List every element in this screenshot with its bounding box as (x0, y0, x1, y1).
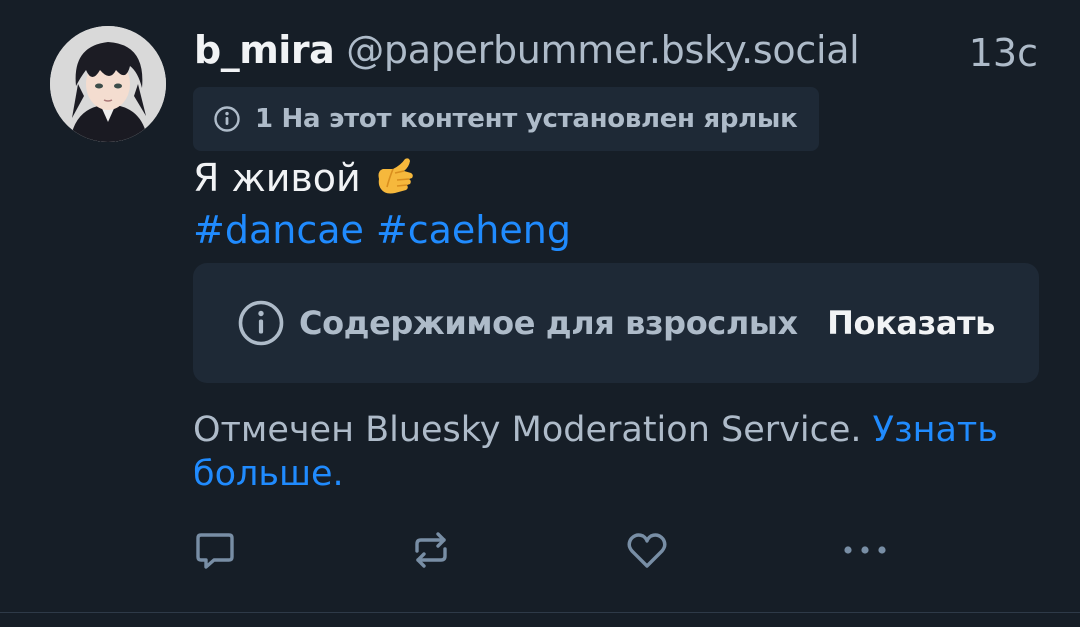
post-body: Я живой #dancae #caeheng (193, 152, 583, 256)
post-text: Я живой (193, 156, 361, 200)
like-icon (627, 533, 667, 568)
moderation-note: Отмечен Bluesky Moderation Service. Узна… (193, 408, 1033, 496)
call-me-hand-emoji-icon (378, 158, 413, 194)
like-button[interactable] (622, 525, 672, 575)
moderation-note-text: Отмечен Bluesky Moderation Service. (193, 410, 862, 450)
post-timestamp[interactable]: 13с (969, 28, 1038, 78)
label-notice-text: 1 На этот контент установлен ярлык (255, 104, 798, 134)
more-options-button[interactable] (840, 525, 890, 575)
info-icon (214, 106, 240, 132)
post-card[interactable]: b_mira @paperbummer.bsky.social 13с 1 На… (0, 0, 1080, 627)
post-actions (0, 525, 1080, 575)
repost-icon (415, 532, 447, 568)
content-warning-box[interactable]: Содержимое для взрослых Показать (193, 263, 1039, 383)
show-content-button[interactable]: Показать (827, 304, 995, 342)
hashtag-link[interactable]: #dancae (193, 204, 364, 256)
post-divider (0, 612, 1080, 613)
post-header: b_mira @paperbummer.bsky.social (194, 28, 860, 78)
reply-button[interactable] (190, 525, 240, 575)
avatar-image (50, 26, 166, 142)
more-icon (844, 546, 886, 554)
hashtag-link[interactable]: #caeheng (376, 204, 571, 256)
info-icon (238, 300, 284, 346)
author-handle[interactable]: @paperbummer.bsky.social (346, 28, 860, 72)
author-display-name[interactable]: b_mira (194, 28, 335, 72)
repost-button[interactable] (406, 525, 456, 575)
content-label-notice[interactable]: 1 На этот контент установлен ярлык (193, 87, 820, 151)
avatar[interactable] (50, 26, 166, 142)
reply-icon (196, 533, 234, 569)
content-warning-label: Содержимое для взрослых (299, 304, 798, 342)
